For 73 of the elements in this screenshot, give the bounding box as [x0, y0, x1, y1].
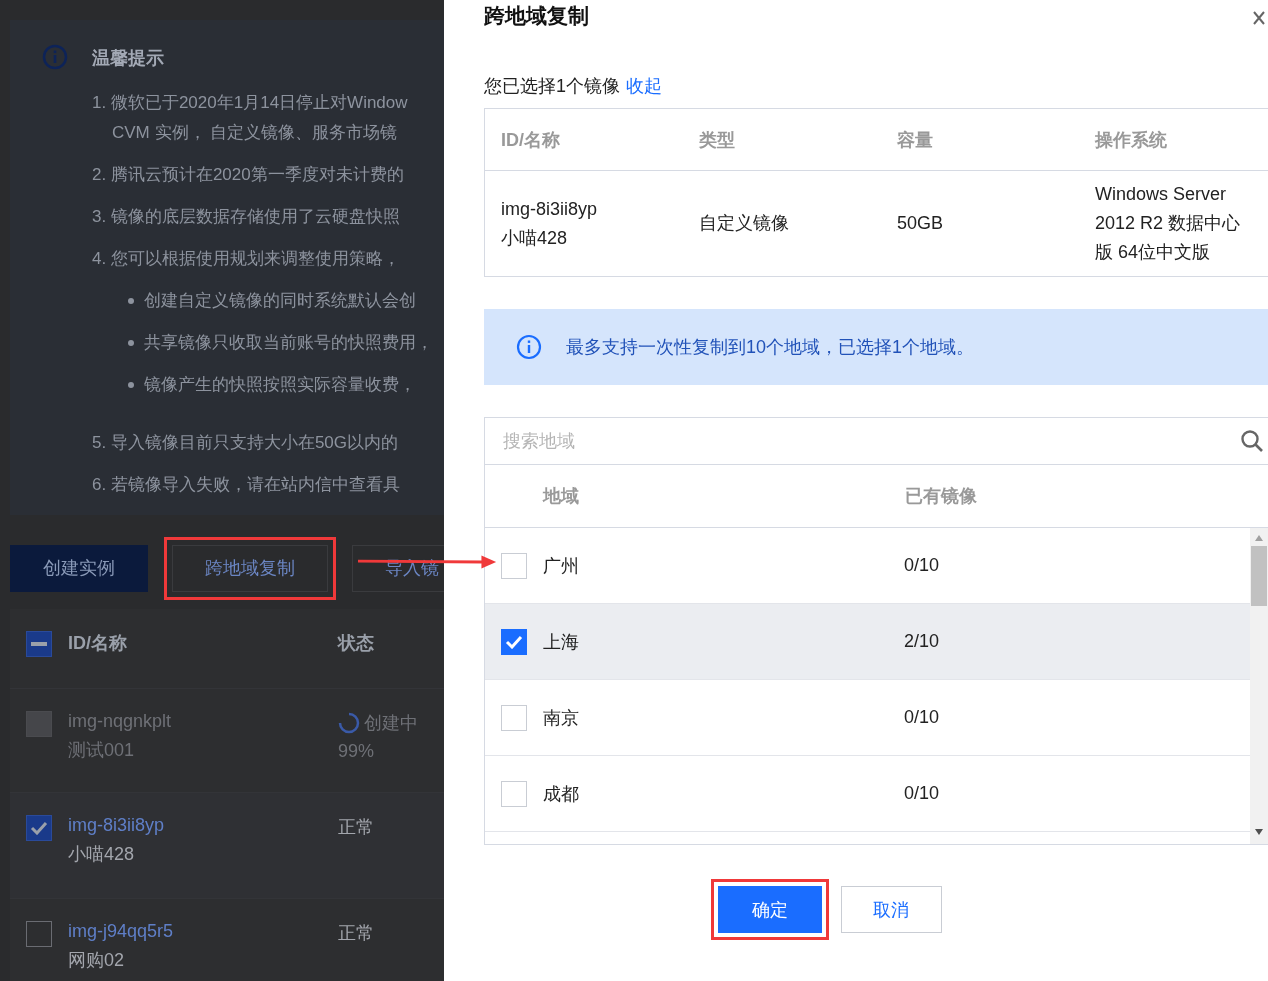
toolbar-button[interactable]: 创建实例	[10, 544, 148, 592]
region-name: 广州	[543, 554, 580, 578]
status-text: 正常	[338, 922, 374, 945]
progress-text: 99%	[338, 741, 376, 762]
select-all-checkbox[interactable]	[26, 631, 52, 657]
status-text: 创建中	[364, 712, 418, 735]
toolbar-button[interactable]: 跨地域复制	[172, 544, 328, 592]
close-icon[interactable]	[1252, 10, 1266, 26]
check-icon	[30, 821, 48, 835]
bullet-item: 镜像产生的快照按照实际容量收费，	[144, 374, 416, 396]
selection-summary: 您已选择1个镜像	[484, 75, 620, 98]
region-name: 成都	[543, 782, 580, 806]
image-count: 0/10	[904, 707, 941, 728]
column-header: ID/名称	[501, 128, 561, 152]
bullet-item: 共享镜像只收取当前账号的快照费用，	[144, 332, 433, 354]
notice-title: 温馨提示	[92, 47, 165, 70]
image-id-link[interactable]: img-j94qq5r5	[68, 921, 338, 942]
scrollbar-thumb[interactable]	[1251, 546, 1267, 606]
image-name: 小喵428	[501, 226, 569, 250]
info-icon	[42, 44, 68, 70]
check-icon	[505, 634, 523, 649]
collapse-link[interactable]: 收起	[626, 74, 662, 98]
spinner-icon	[338, 712, 360, 734]
column-header: 操作系统	[1095, 128, 1168, 152]
notice-item: 5. 导入镜像目前只支持大小在50G以内的	[92, 432, 400, 454]
search-field[interactable]: 搜索地域	[501, 429, 1240, 453]
region-row[interactable]: 上海 2/10	[485, 604, 1250, 680]
image-name: 小喵428	[68, 843, 136, 866]
notice-item-continuation: CVM 实例， 自定义镜像、服务市场镜	[111, 122, 399, 144]
column-header: ID/名称	[68, 632, 128, 655]
region-name: 南京	[543, 706, 580, 730]
notice-item: 4. 您可以根据使用规划来调整使用策略，	[92, 248, 401, 270]
column-header: 已有镜像	[905, 485, 978, 508]
image-os: Windows Server 2012 R2 数据中心版 64位中文版	[1095, 183, 1242, 264]
row-checkbox[interactable]	[26, 921, 52, 947]
image-name: 测试001	[68, 739, 136, 762]
region-checkbox[interactable]	[501, 780, 527, 807]
bullet-item: 创建自定义镜像的同时系统默认会创	[144, 290, 416, 312]
drawer-title: 跨地域复制	[484, 3, 589, 29]
scrollbar[interactable]	[1250, 528, 1268, 844]
bullet-icon	[128, 298, 134, 304]
region-checkbox[interactable]	[501, 704, 527, 731]
search-icon[interactable]	[1240, 429, 1264, 453]
notice-item: 3. 镜像的底层数据存储使用了云硬盘快照	[92, 206, 401, 228]
image-size: 50GB	[897, 212, 945, 235]
bullet-icon	[128, 340, 134, 346]
column-header: 地域	[543, 485, 580, 508]
image-name: 网购02	[68, 949, 126, 972]
column-header: 类型	[699, 128, 736, 152]
image-id: img-8i3ii8yp	[501, 197, 599, 221]
info-text: 最多支持一次性复制到10个地域，已选择1个地域。	[566, 336, 975, 359]
region-checkbox[interactable]	[501, 552, 527, 579]
cancel-button[interactable]: 取消	[840, 886, 942, 933]
notice-item: 1. 微软已于2020年1月14日停止对Window	[92, 92, 409, 114]
status-text: 正常	[338, 816, 374, 839]
image-id-link[interactable]: img-8i3ii8yp	[68, 815, 338, 836]
confirm-button[interactable]: 确定	[717, 886, 822, 933]
notice-item: 2. 腾讯云预计在2020第一季度对未计费的	[92, 164, 405, 186]
bullet-icon	[128, 382, 134, 388]
scroll-down-icon[interactable]	[1254, 828, 1264, 836]
column-header: 容量	[897, 128, 934, 152]
image-type: 自定义镜像	[699, 212, 790, 235]
image-count: 0/10	[904, 555, 941, 576]
region-name: 上海	[543, 630, 580, 654]
image-count: 2/10	[904, 631, 941, 652]
scroll-up-icon[interactable]	[1254, 534, 1264, 542]
region-checkbox[interactable]	[501, 628, 527, 655]
column-header: 状态	[338, 632, 374, 655]
minus-icon	[31, 642, 47, 646]
info-icon	[516, 334, 542, 360]
notice-item: 6. 若镜像导入失败，请在站内信中查看具	[92, 474, 401, 496]
image-count: 0/10	[904, 783, 941, 804]
row-checkbox[interactable]	[26, 815, 52, 841]
